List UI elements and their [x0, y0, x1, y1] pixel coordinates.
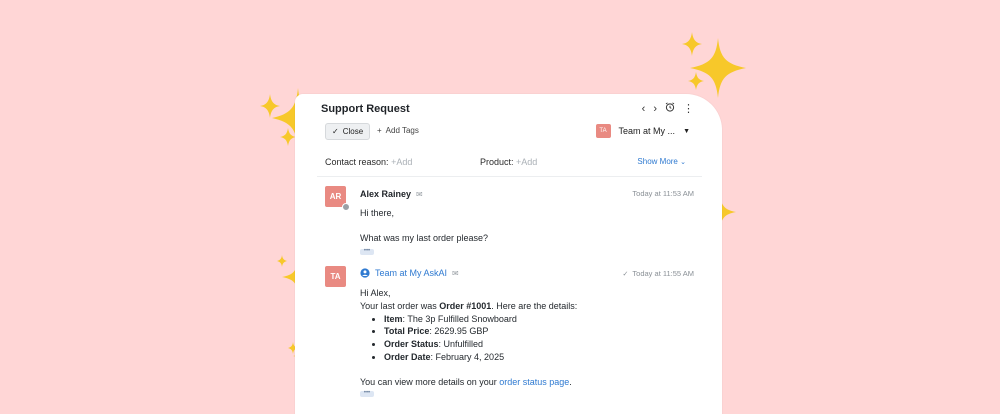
product-add[interactable]: +Add — [516, 157, 537, 167]
presence-indicator — [342, 203, 350, 211]
sparkle-icon — [682, 32, 746, 98]
header-actions: ‹ › ⋮ — [642, 102, 694, 115]
divider — [317, 176, 702, 177]
alarm-icon[interactable] — [665, 102, 675, 115]
chevron-right-icon[interactable]: › — [653, 103, 657, 115]
add-tags-label: Add Tags — [385, 126, 419, 135]
message-body: Hi Alex, Your last order was Order #1001… — [360, 287, 577, 389]
message-timestamp: Today at 11:53 AM — [632, 189, 694, 198]
envelope-icon: ✉ — [452, 268, 459, 278]
expand-message-button[interactable]: ••• — [360, 248, 374, 255]
author-name: Team at My AskAI — [375, 268, 448, 278]
contact-reason-add[interactable]: +Add — [391, 157, 412, 167]
list-item: Item: The 3p Fulfilled Snowboard — [384, 313, 577, 326]
close-button[interactable]: ✓ Close — [325, 123, 371, 140]
timestamp-text: Today at 11:53 AM — [632, 189, 694, 198]
show-more-button[interactable]: Show More ⌄ — [637, 157, 686, 166]
author-name: Alex Rainey — [360, 189, 412, 199]
expand-message-button[interactable]: ••• — [360, 390, 374, 397]
list-item: Order Date: February 4, 2025 — [384, 351, 577, 364]
message-line: Hi Alex, — [360, 288, 391, 298]
message-line: Your last order was Order #1001. Here ar… — [360, 300, 578, 311]
avatar: TA — [595, 124, 611, 138]
envelope-icon: ✉ — [416, 189, 423, 199]
contact-reason-label: Contact reason: — [325, 157, 389, 167]
message-timestamp: ✓ Today at 11:55 AM — [623, 269, 694, 278]
user-circle-icon — [360, 268, 370, 278]
message-line: What was my last order please? — [360, 232, 489, 243]
message-line: You can view more details on your order … — [360, 376, 572, 387]
ticket-panel: Support Request ‹ › ⋮ ✓ Close + Add Tags… — [295, 94, 722, 414]
show-more-label: Show More — [637, 157, 678, 166]
order-details-list: Item: The 3p Fulfilled Snowboard Total P… — [360, 313, 577, 364]
product-label: Product: — [480, 157, 514, 167]
message-body: Hi there, What was my last order please? — [360, 207, 488, 245]
plus-icon: + — [377, 126, 382, 135]
list-item: Total Price: 2629.95 GBP — [384, 325, 577, 338]
timestamp-text: Today at 11:55 AM — [632, 269, 694, 278]
message-author: Team at My AskAI ✉ — [360, 268, 459, 278]
check-icon: ✓ — [622, 270, 629, 278]
order-status-link[interactable]: order status page — [499, 377, 569, 387]
assignee-name: Team at My ... — [618, 126, 676, 136]
add-tags-button[interactable]: + Add Tags — [377, 126, 419, 135]
message-line: Hi there, — [360, 208, 395, 218]
list-item: Order Status: Unfulfilled — [384, 338, 577, 351]
avatar: TA — [325, 266, 346, 287]
chevron-left-icon[interactable]: ‹ — [642, 103, 646, 115]
check-icon: ✓ — [332, 127, 339, 136]
close-button-label: Close — [342, 127, 364, 136]
caret-down-icon: ▼ — [683, 127, 690, 135]
assignee-selector[interactable]: TA Team at My ... ▼ — [595, 124, 690, 138]
chevron-down-icon: ⌄ — [680, 159, 686, 166]
message-author: Alex Rainey ✉ — [360, 189, 423, 199]
page-title: Support Request — [321, 103, 410, 115]
more-vertical-icon[interactable]: ⋮ — [683, 103, 694, 115]
